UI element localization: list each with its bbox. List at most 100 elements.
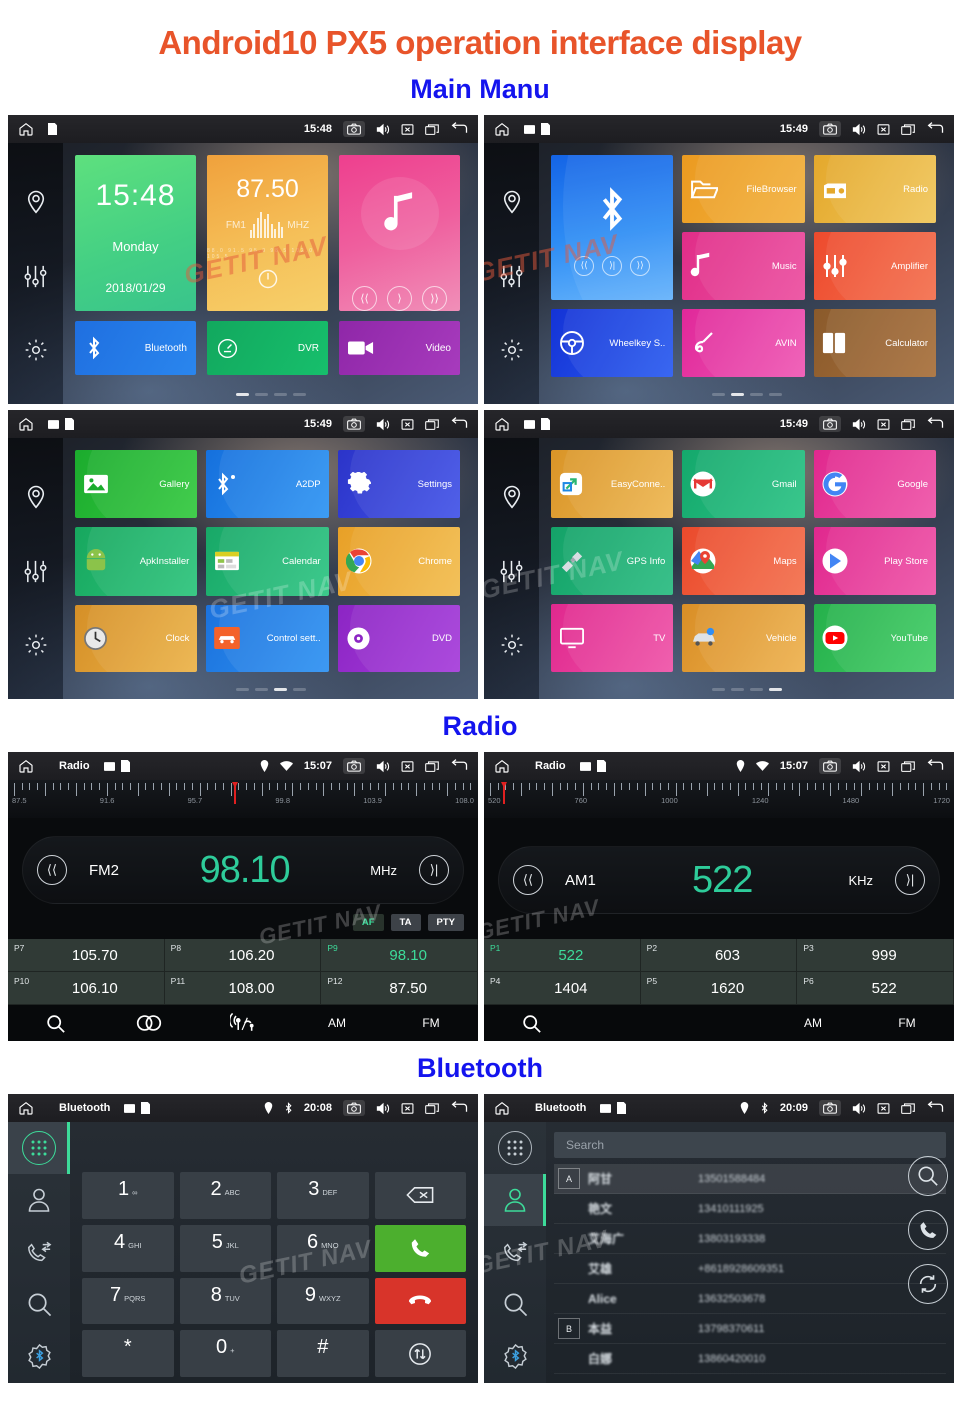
power-icon[interactable]: [257, 268, 279, 290]
page-dot[interactable]: [711, 393, 725, 396]
screen-home-1[interactable]: 15:48 15:48 Monday 2018/01/29 Bluetooth …: [8, 115, 478, 404]
recent-apps-icon[interactable]: [901, 760, 915, 773]
am-button[interactable]: AM: [290, 1016, 384, 1030]
sidebar-item-search[interactable]: [8, 1279, 70, 1331]
scan-search-button[interactable]: [8, 1014, 102, 1033]
preset-item[interactable]: P2 603: [640, 939, 798, 972]
fm-button[interactable]: FM: [384, 1016, 478, 1030]
tile-video[interactable]: Video: [339, 321, 460, 375]
screen-bluetooth-dialpad[interactable]: Bluetooth 20:08 1 ∞ 2 ABC 3 DEF 4 GHI 5 …: [8, 1094, 478, 1383]
page-dot[interactable]: [235, 688, 249, 691]
recent-apps-icon[interactable]: [425, 1102, 439, 1115]
screen-radio-fm[interactable]: Radio 15:07 87.5 91.6 95.7 99.8 103.9 10…: [8, 752, 478, 1041]
app-gmail[interactable]: Gmail: [682, 450, 805, 518]
sidebar-item-call-history[interactable]: [8, 1226, 70, 1278]
page-dot[interactable]: [749, 393, 763, 396]
recent-apps-icon[interactable]: [901, 123, 915, 136]
app-clock[interactable]: Clock: [75, 604, 198, 672]
recent-apps-icon[interactable]: [901, 1102, 915, 1115]
app-calendar[interactable]: Calendar: [206, 527, 329, 596]
app-control-settings[interactable]: Control sett..: [206, 604, 329, 672]
app-avin[interactable]: AVIN: [682, 309, 805, 377]
page-dot[interactable]: [730, 688, 744, 691]
volume-icon[interactable]: [376, 1102, 390, 1115]
call-action-button[interactable]: [908, 1210, 948, 1250]
volume-icon[interactable]: [376, 760, 390, 773]
key-9[interactable]: 9 WXYZ: [277, 1277, 369, 1325]
app-vehicle[interactable]: Vehicle: [682, 604, 805, 672]
gps-pin-icon[interactable]: [25, 484, 47, 510]
equalizer-icon[interactable]: [499, 264, 524, 289]
sidebar-item-dialpad[interactable]: [8, 1122, 70, 1175]
next-button[interactable]: ⟩⟩: [422, 286, 447, 311]
close-icon[interactable]: [401, 123, 414, 136]
preset-item[interactable]: P6 522: [797, 972, 954, 1005]
back-icon[interactable]: [450, 759, 468, 773]
preset-item[interactable]: P8 106.20: [164, 939, 322, 972]
preset-item[interactable]: P9 98.10: [321, 939, 478, 972]
gear-icon[interactable]: [24, 633, 48, 657]
gps-pin-icon[interactable]: [501, 484, 523, 510]
bluetooth-widget[interactable]: ⟨⟨ ⟩| ⟩⟩: [551, 155, 674, 300]
radio-widget[interactable]: 87.50 FM1 MHZ 88.0 91.5 95.0 98.5 102.0 …: [207, 155, 328, 311]
gear-icon[interactable]: [500, 633, 524, 657]
app-amplifier[interactable]: Amplifier: [813, 232, 936, 300]
preset-item[interactable]: P3 999: [797, 939, 954, 972]
back-icon[interactable]: [926, 122, 944, 136]
key-1[interactable]: 1 ∞: [82, 1172, 174, 1219]
scan-search-button[interactable]: [484, 1014, 578, 1033]
app-gps-info[interactable]: GPS Info: [551, 527, 674, 595]
back-icon[interactable]: [450, 122, 468, 136]
home-icon[interactable]: [494, 416, 510, 432]
page-dot[interactable]: [749, 688, 763, 691]
prev-button[interactable]: ⟨⟨: [352, 286, 377, 311]
close-icon[interactable]: [877, 418, 890, 431]
search-input[interactable]: Search: [554, 1132, 946, 1158]
preset-item[interactable]: P10 106.10: [8, 972, 165, 1005]
camera-icon[interactable]: [343, 121, 365, 137]
close-icon[interactable]: [877, 123, 890, 136]
sidebar-item-contacts[interactable]: [484, 1174, 546, 1227]
key-3[interactable]: 3 DEF: [277, 1172, 369, 1219]
seek-up-button[interactable]: ⟩|: [895, 865, 925, 895]
screen-home-4[interactable]: 15:49 EasyConne.. Gmail Google GPS Info …: [484, 410, 954, 699]
volume-icon[interactable]: [376, 123, 390, 136]
page-dot[interactable]: [292, 393, 306, 396]
camera-icon[interactable]: [343, 1100, 365, 1116]
contact-row[interactable]: 艳文 13410111925: [554, 1194, 946, 1224]
back-icon[interactable]: [926, 417, 944, 431]
camera-icon[interactable]: [819, 1100, 841, 1116]
home-icon[interactable]: [18, 1100, 34, 1116]
sidebar-item-contacts[interactable]: [8, 1174, 70, 1226]
sync-action-button[interactable]: [908, 1264, 948, 1304]
sidebar-item-bluetooth-settings[interactable]: [8, 1331, 70, 1383]
volume-icon[interactable]: [852, 123, 866, 136]
preset-item[interactable]: P4 1404: [484, 972, 641, 1005]
sidebar-item-bluetooth-settings[interactable]: [484, 1331, 546, 1383]
next-button[interactable]: ⟩⟩: [630, 255, 651, 276]
prev-button[interactable]: ⟨⟨: [574, 255, 595, 276]
gear-icon[interactable]: [500, 338, 524, 362]
back-icon[interactable]: [926, 1101, 944, 1115]
key-5[interactable]: 5 JKL: [179, 1224, 271, 1272]
home-icon[interactable]: [494, 758, 510, 774]
gps-pin-icon[interactable]: [25, 189, 47, 215]
page-dot[interactable]: [235, 393, 249, 396]
key-4[interactable]: 4 GHI: [82, 1224, 174, 1272]
app-chrome[interactable]: Chrome: [337, 527, 460, 596]
home-icon[interactable]: [494, 1100, 510, 1116]
app-maps[interactable]: Maps: [682, 527, 805, 595]
am-button[interactable]: AM: [766, 1016, 860, 1030]
key-star[interactable]: *: [82, 1330, 174, 1377]
app-filebrowser[interactable]: FileBrowser: [682, 155, 805, 223]
clock-widget[interactable]: 15:48 Monday 2018/01/29: [75, 155, 196, 311]
close-icon[interactable]: [401, 1102, 414, 1115]
stereo-button[interactable]: [102, 1014, 196, 1032]
camera-icon[interactable]: [819, 121, 841, 137]
home-icon[interactable]: [494, 121, 510, 137]
play-button[interactable]: ⟩|: [602, 255, 623, 276]
close-icon[interactable]: [401, 760, 414, 773]
app-settings[interactable]: Settings: [337, 450, 460, 519]
camera-icon[interactable]: [343, 416, 365, 432]
volume-icon[interactable]: [376, 418, 390, 431]
